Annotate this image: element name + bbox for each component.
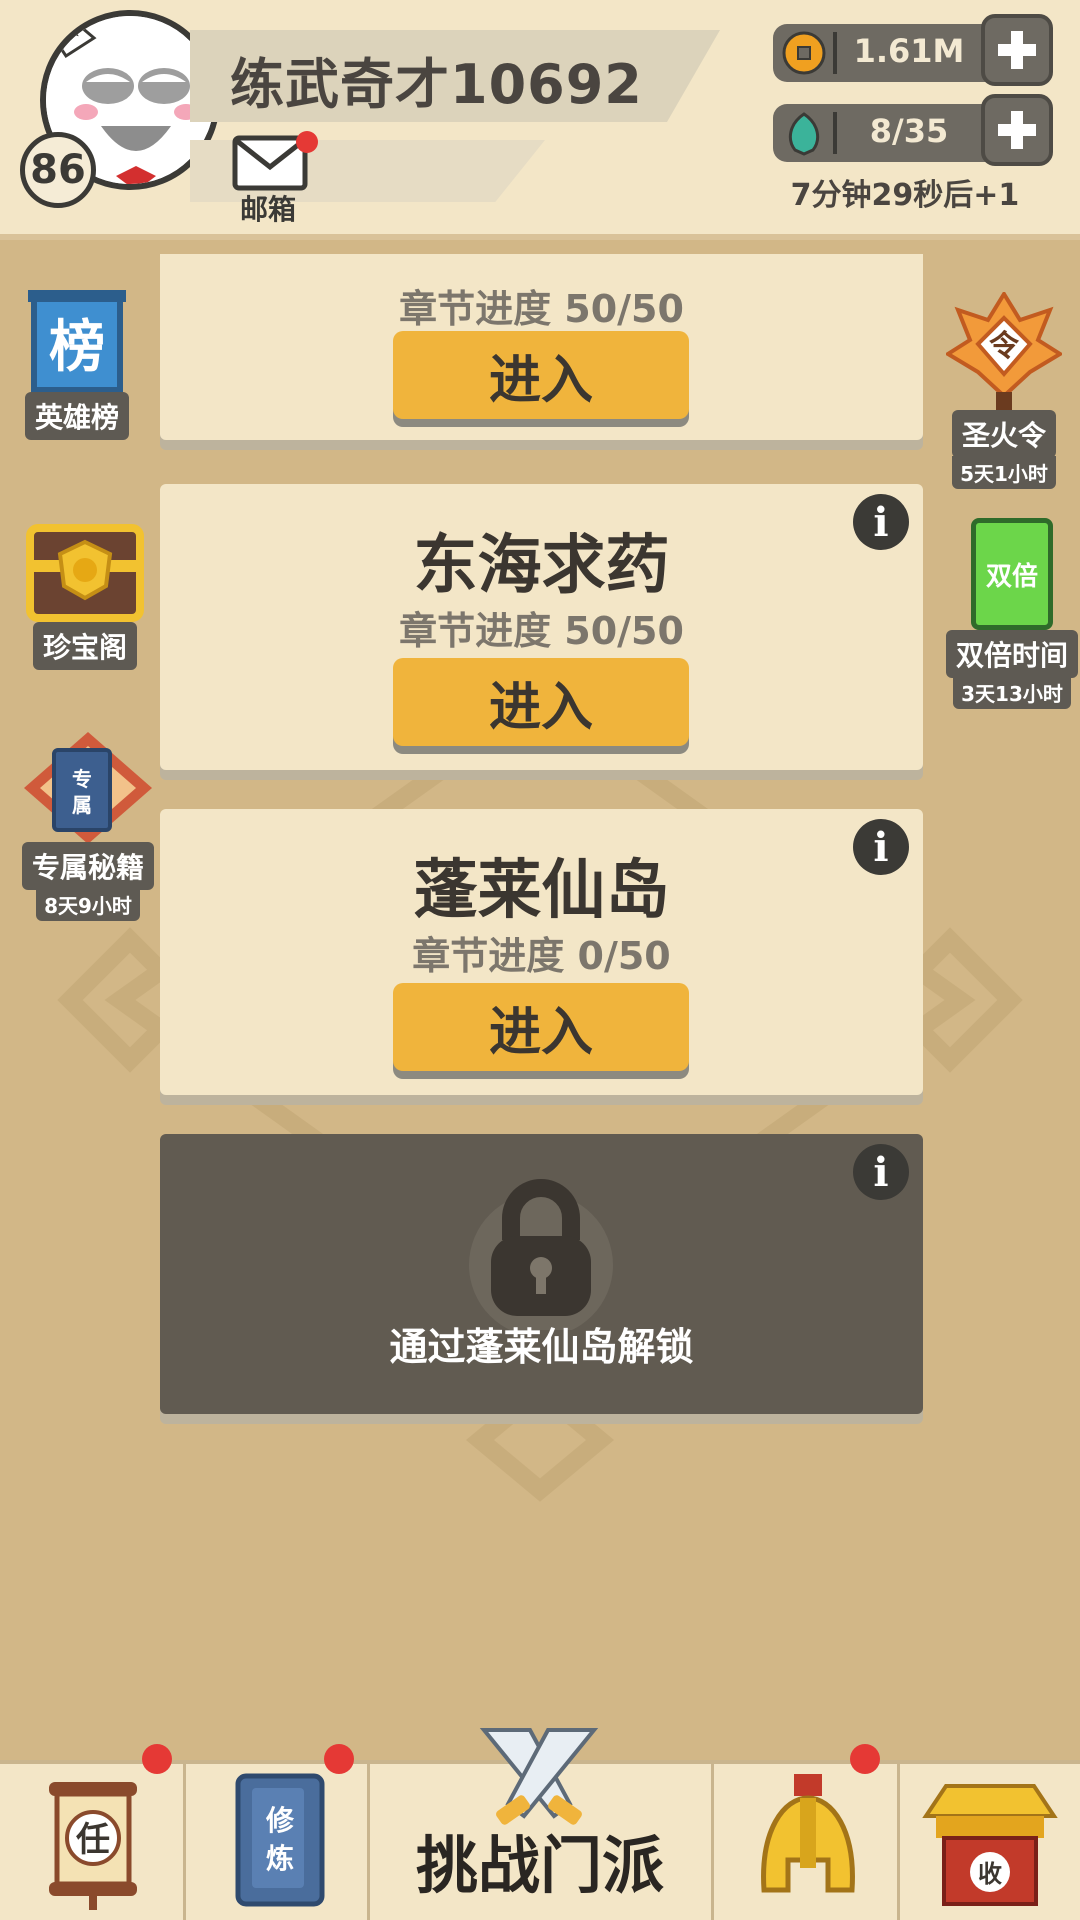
equipment-tab[interactable] xyxy=(714,1744,900,1920)
equipment-notification-dot xyxy=(850,1744,880,1774)
enter-button[interactable]: 进入 xyxy=(393,658,689,746)
energy-separator xyxy=(833,112,837,154)
cultivate-notification-dot xyxy=(324,1744,354,1774)
double-time-timer: 3天13小时 xyxy=(953,676,1071,709)
svg-text:专: 专 xyxy=(72,767,92,791)
energy-timer: 7分钟29秒后+1 xyxy=(790,178,1020,213)
svg-text:收: 收 xyxy=(978,1860,1002,1888)
treasure-pavilion-button[interactable]: 珍宝阁 xyxy=(22,508,148,670)
ranking-banner-icon: 榜 xyxy=(28,290,126,393)
svg-text:炼: 炼 xyxy=(266,1842,294,1875)
double-card-text: 双倍 xyxy=(985,561,1038,592)
mail-notification-dot xyxy=(296,131,318,153)
add-coins-button[interactable] xyxy=(981,14,1053,86)
enter-button[interactable]: 进入 xyxy=(393,983,689,1071)
coin-icon xyxy=(782,31,826,75)
energy-counter: 8/35 xyxy=(773,94,1053,166)
svg-text:榜: 榜 xyxy=(49,315,105,380)
top-bar: 86 练武奇才10692 邮箱 1.61M 8/35 7分钟29秒后+1 xyxy=(0,0,1080,240)
stage-title: 蓬莱仙岛 xyxy=(413,854,670,928)
exclusive-manual-button[interactable]: 专 属 专属秘籍 8天9小时 xyxy=(20,728,156,921)
exclusive-manual-label: 专属秘籍 xyxy=(21,842,154,890)
player-name: 练武奇才10692 xyxy=(230,53,643,116)
stage-progress: 章节进度 50/50 xyxy=(399,287,684,331)
holy-flame-token-label: 圣火令 xyxy=(951,410,1056,458)
energy-gem-icon xyxy=(788,112,820,156)
svg-text:修: 修 xyxy=(265,1804,295,1837)
mailbox-label: 邮箱 xyxy=(240,193,297,226)
shop-building-icon: 收 xyxy=(922,1784,1058,1906)
cultivation-book-icon: 修 炼 xyxy=(235,1773,325,1907)
helmet-icon xyxy=(761,1774,855,1893)
holy-flame-token-icon: 令 xyxy=(946,292,1062,414)
hero-ranking-button[interactable]: 榜 英雄榜 xyxy=(22,288,132,440)
level-badge: 86 xyxy=(20,132,96,208)
plus-icon xyxy=(998,31,1036,69)
exclusive-book-icon: 专 属 xyxy=(24,732,152,844)
tasks-tab[interactable]: 任 xyxy=(0,1744,186,1920)
holy-flame-token-timer: 5天1小时 xyxy=(952,456,1056,489)
lock-icon xyxy=(469,1179,613,1330)
double-time-label: 双倍时间 xyxy=(946,630,1079,678)
info-icon[interactable]: i xyxy=(853,1144,909,1200)
add-energy-button[interactable] xyxy=(981,94,1053,166)
treasure-chest-icon xyxy=(26,524,144,622)
stage-card-3: i 蓬莱仙岛 章节进度 0/50 进入 xyxy=(160,809,923,1095)
cultivate-tab[interactable]: 修 炼 xyxy=(186,1744,370,1920)
coins-value: 1.61M xyxy=(853,32,965,70)
treasure-pavilion-label: 珍宝阁 xyxy=(32,622,137,670)
exclusive-manual-timer: 8天9小时 xyxy=(36,888,140,921)
svg-text:令: 令 xyxy=(989,329,1020,364)
svg-text:任: 任 xyxy=(76,1820,110,1860)
hero-ranking-label: 英雄榜 xyxy=(24,392,129,440)
stage-card-2: i 东海求药 章节进度 50/50 进入 xyxy=(160,484,923,770)
coins-separator xyxy=(833,32,837,74)
collect-tab[interactable]: 收 xyxy=(900,1764,1080,1920)
stage-progress: 章节进度 50/50 xyxy=(399,609,684,653)
tasks-notification-dot xyxy=(142,1744,172,1774)
double-card-icon: 双倍 xyxy=(971,518,1053,630)
double-time-button[interactable]: 双倍 双倍时间 3天13小时 xyxy=(946,518,1079,709)
locked-stage-card: i 通过蓬莱仙岛解锁 xyxy=(160,1134,923,1414)
coins-counter: 1.61M xyxy=(773,14,1053,86)
stage-card-1: 章节进度 50/50 进入 xyxy=(160,254,923,440)
enter-button[interactable]: 进入 xyxy=(393,331,689,419)
svg-text:属: 属 xyxy=(72,793,92,817)
energy-value: 8/35 xyxy=(869,112,949,150)
unlock-requirement-text: 通过蓬莱仙岛解锁 xyxy=(389,1325,694,1369)
stage-progress: 章节进度 0/50 xyxy=(412,934,671,978)
plus-icon xyxy=(998,111,1036,149)
holy-flame-token-button[interactable]: 令 圣火令 5天1小时 xyxy=(946,292,1062,489)
challenge-sect-label[interactable]: 挑战门派 xyxy=(370,1815,710,1905)
task-scroll-icon: 任 xyxy=(49,1782,137,1910)
stage-title: 东海求药 xyxy=(413,529,670,603)
